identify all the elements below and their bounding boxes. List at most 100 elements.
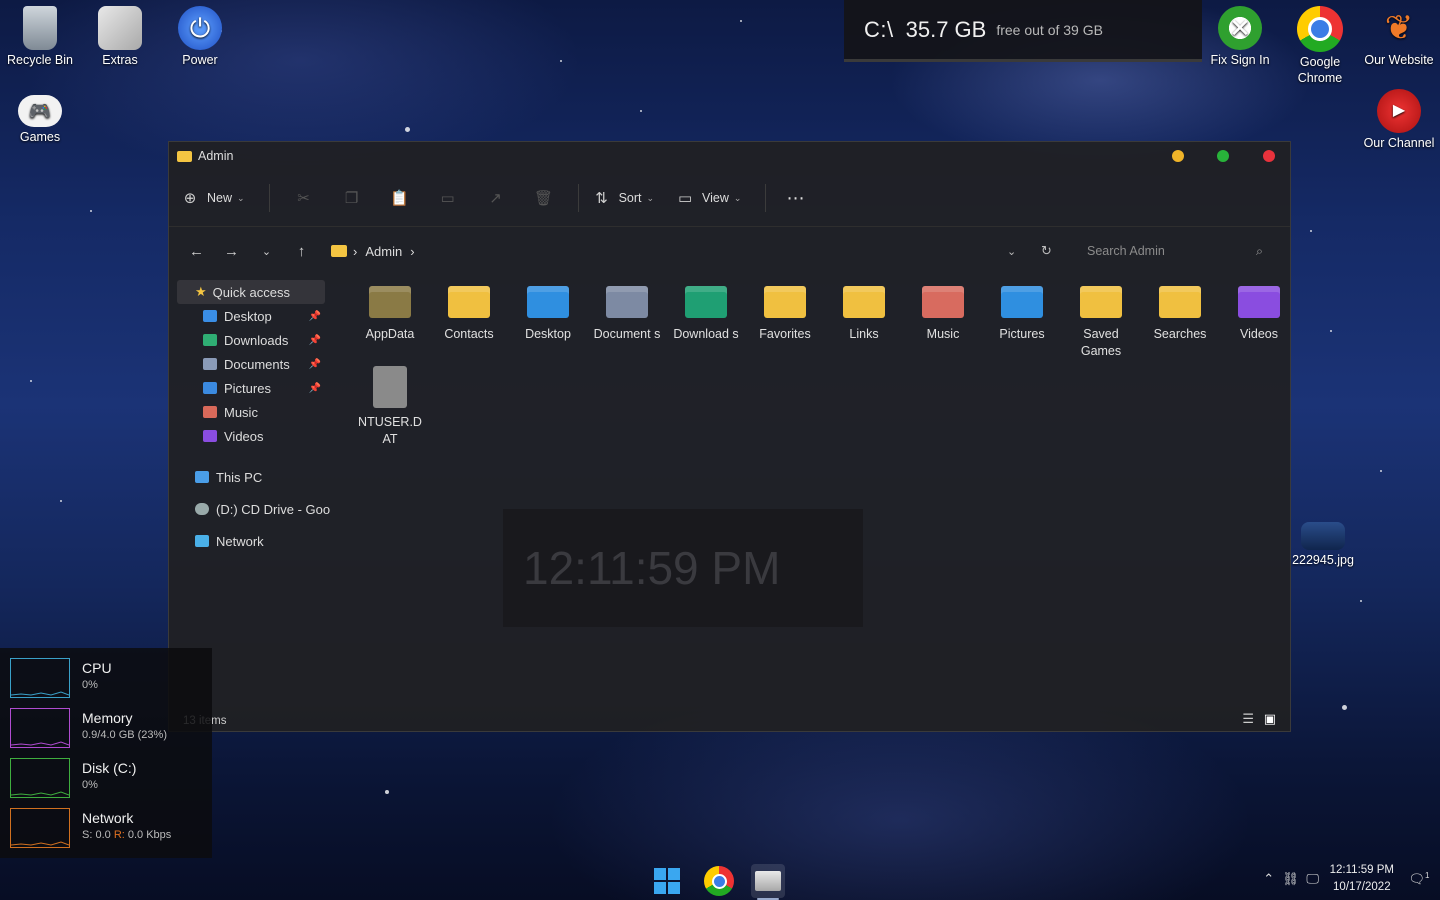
nav-label: Downloads — [224, 332, 289, 348]
pin-icon: 📌 — [308, 334, 321, 346]
desktop-icon-fix-sign-in[interactable]: ✕ Fix Sign In — [1201, 0, 1279, 68]
network-status-icon[interactable]: ⛓ — [1280, 871, 1302, 887]
perf-receive: 0.0 Kbps — [124, 829, 172, 841]
breadcrumb[interactable]: › Admin › — [331, 244, 415, 259]
desktop-icon-games[interactable]: 🎮 Games — [1, 83, 79, 145]
folder-icon — [1238, 286, 1280, 318]
nav-item-pictures[interactable]: Pictures 📌 — [203, 376, 327, 400]
nav-network[interactable]: Network — [195, 529, 264, 553]
performance-widget: CPU 0% Memory 0.9/4.0 GB (23%) Disk (C:) 0% Ne… — [0, 648, 212, 858]
close-button[interactable] — [1263, 150, 1275, 162]
nav-item-desktop[interactable]: Desktop 📌 — [203, 304, 327, 328]
nav-item-videos[interactable]: Videos — [203, 424, 327, 448]
nav-item-downloads[interactable]: Downloads 📌 — [203, 328, 327, 352]
ghost-clock: 12:11:59 PM — [503, 509, 863, 627]
desktop-icon-label: Recycle Bin — [7, 53, 73, 67]
details-view-icon[interactable]: ☰ — [1242, 711, 1254, 727]
file-label: Pictures — [999, 327, 1045, 341]
address-dropdown-icon[interactable]: ⌄ — [1007, 245, 1016, 258]
nav-label: Pictures — [224, 380, 271, 396]
paste-icon[interactable]: 📋 — [376, 189, 424, 207]
file-item[interactable]: AppData — [354, 274, 426, 343]
nav-this-pc[interactable]: This PC — [195, 465, 262, 489]
sort-button[interactable]: ⇅ Sort ⌄ — [593, 189, 654, 207]
file-item[interactable]: NTUSER.D AT — [354, 362, 426, 448]
refresh-icon[interactable]: ↻ — [1041, 243, 1052, 259]
minimize-button[interactable] — [1172, 150, 1184, 162]
nav-cd-drive[interactable]: (D:) CD Drive - Goo — [195, 497, 330, 521]
desktop-icon-our-channel[interactable]: ▶ Our Channel — [1360, 83, 1438, 151]
cut-icon[interactable]: ✂ — [280, 189, 328, 207]
chrome-taskbar-icon[interactable] — [702, 864, 736, 898]
desktop-icon-google-chrome[interactable]: Google Chrome — [1281, 0, 1359, 86]
folder-icon — [1159, 286, 1201, 318]
folder-icon — [606, 286, 648, 318]
desktop-icon-extras[interactable]: Extras — [81, 0, 159, 68]
nav-label: Desktop — [224, 308, 272, 324]
delete-icon[interactable]: 🗑 — [520, 189, 568, 207]
file-item[interactable]: Desktop — [512, 274, 584, 343]
share-icon[interactable]: ↗ — [472, 189, 520, 207]
file-item[interactable]: Download s — [670, 274, 742, 343]
clock-time: 12:11:59 PM — [1329, 864, 1394, 876]
desktop-file-jpg[interactable]: 222945.jpg — [1283, 520, 1363, 568]
more-options-button[interactable]: ⋯ — [786, 188, 804, 209]
nav-quick-access[interactable]: ★ Quick access — [177, 280, 325, 304]
nav-item-documents[interactable]: Documents 📌 — [203, 352, 327, 376]
file-item[interactable]: Pictures — [986, 274, 1058, 343]
file-item[interactable]: Favorites — [749, 274, 821, 343]
view-button[interactable]: ▭ View ⌄ — [676, 189, 742, 207]
navigation-pane: ★ Quick access Desktop 📌 Downloads 📌 Documen… — [169, 274, 341, 705]
start-icon[interactable] — [650, 864, 684, 898]
perf-value: 0% — [82, 679, 98, 691]
display-icon[interactable]: 🖵 — [1302, 871, 1324, 887]
title-bar[interactable]: Admin — [169, 142, 1290, 170]
file-item[interactable]: Contacts — [433, 274, 505, 343]
maximize-button[interactable] — [1217, 150, 1229, 162]
desktop-icon-power[interactable]: ⏻ Power — [161, 0, 239, 68]
search-input[interactable]: Search Admin ⌕ — [1077, 237, 1277, 265]
perf-row-cpu: CPU 0% — [10, 658, 210, 700]
new-button[interactable]: ⊕ New ⌄ — [181, 189, 245, 207]
back-arrow-icon[interactable]: ← — [179, 243, 214, 260]
quick-access-list: Desktop 📌 Downloads 📌 Documents 📌 Pictures 📌 Mus… — [203, 304, 327, 448]
pin-icon: 📌 — [308, 382, 321, 394]
large-icons-view-icon[interactable]: ▣ — [1264, 711, 1276, 727]
chevron-down-icon: ⌄ — [646, 192, 655, 203]
view-label: View — [702, 191, 729, 205]
recycle-bin-icon — [23, 6, 57, 50]
rename-icon[interactable]: ▭ — [424, 189, 472, 207]
file-item[interactable]: Links — [828, 274, 900, 343]
downloads-icon — [203, 334, 217, 346]
file-label: Saved Games — [1080, 327, 1122, 358]
file-explorer-taskbar-icon[interactable] — [751, 864, 785, 898]
perf-graph — [10, 658, 70, 698]
breadcrumb-folder[interactable]: Admin — [365, 244, 402, 259]
desktop-icon-label: Our Website — [1364, 53, 1434, 67]
desktop-icon-recycle-bin[interactable]: Recycle Bin — [1, 0, 79, 68]
nav-label: Network — [216, 533, 264, 549]
folder-icon — [177, 150, 192, 162]
file-item[interactable]: Searches — [1144, 274, 1216, 343]
file-item[interactable]: Document s — [591, 274, 663, 343]
nav-item-music[interactable]: Music — [203, 400, 327, 424]
nav-label: Videos — [224, 428, 264, 444]
desktop-icon-our-website[interactable]: ❦ Our Website — [1360, 0, 1438, 68]
pin-icon: 📌 — [308, 358, 321, 370]
file-explorer-window: Admin ⊕ New ⌄ ✂ ❐ 📋 ▭ ↗ 🗑 ⇅ Sort ⌄ ▭ Vie… — [168, 141, 1291, 732]
notification-icon[interactable]: 🗨1 — [1408, 871, 1430, 887]
forward-arrow-icon[interactable]: → — [214, 243, 249, 260]
toolbar-divider — [765, 184, 767, 212]
show-hidden-icons-chevron-icon[interactable]: ⌃ — [1258, 871, 1280, 887]
recent-locations-chevron-icon[interactable]: ⌄ — [249, 245, 284, 258]
sort-icon: ⇅ — [595, 190, 608, 207]
taskbar-clock[interactable]: 12:11:59 PM 10/17/2022 — [1330, 862, 1394, 896]
file-label: Searches — [1153, 327, 1207, 341]
perf-value: S: 0.0 R: 0.0 Kbps — [82, 829, 171, 841]
youtube-icon: ▶ — [1377, 89, 1421, 133]
copy-icon[interactable]: ❐ — [328, 189, 376, 207]
up-arrow-icon[interactable]: ↑ — [284, 243, 319, 260]
file-item[interactable]: Music — [907, 274, 979, 343]
file-item[interactable]: Saved Games — [1065, 274, 1137, 360]
file-item[interactable]: Videos — [1223, 274, 1295, 343]
